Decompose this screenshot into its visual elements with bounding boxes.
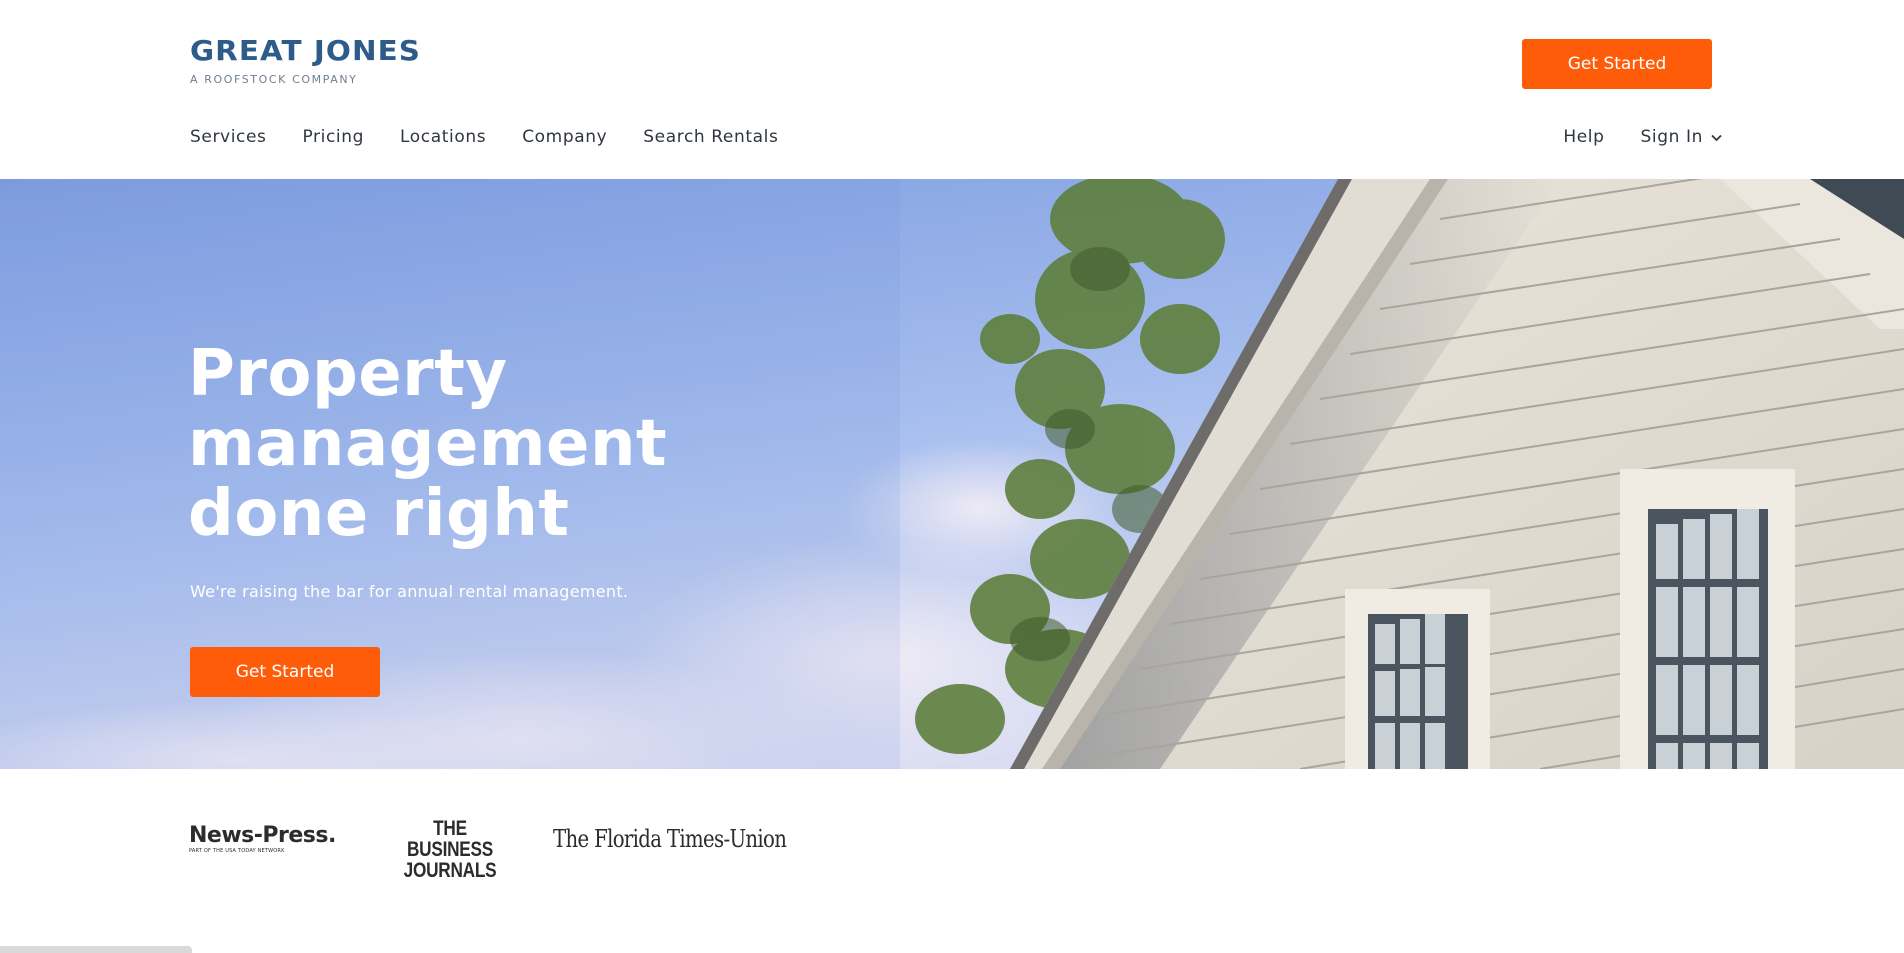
logo-title: GREAT JONES: [190, 34, 421, 67]
nav-item-locations[interactable]: Locations: [400, 124, 486, 150]
sign-in-dropdown[interactable]: Sign In: [1641, 124, 1722, 150]
hero-heading-line-1: Property: [188, 337, 508, 411]
florida-times-union-logo: The Florida Times-Union: [553, 825, 787, 853]
horizontal-scrollbar[interactable]: [0, 946, 192, 953]
logo-subtitle: A ROOFSTOCK COMPANY: [190, 73, 358, 86]
business-journals-logo: THE BUSINESS JOURNALS: [385, 818, 515, 881]
nav-item-pricing[interactable]: Pricing: [303, 124, 365, 150]
brand-logo[interactable]: GREAT JONES A ROOFSTOCK COMPANY: [190, 36, 420, 86]
business-journals-line-1: THE BUSINESS: [406, 817, 494, 861]
nav-item-services[interactable]: Services: [190, 124, 267, 150]
business-journals-line-2: JOURNALS: [403, 859, 497, 882]
hero-heading-line-3: done right: [188, 477, 570, 551]
press-logos-section: News-Press. PART OF THE USA TODAY NETWOR…: [0, 769, 1904, 953]
nav-item-search-rentals[interactable]: Search Rentals: [643, 124, 778, 150]
site-header: GREAT JONES A ROOFSTOCK COMPANY Get Star…: [0, 0, 1904, 179]
nav-item-help[interactable]: Help: [1563, 124, 1604, 150]
news-press-logo: News-Press. PART OF THE USA TODAY NETWOR…: [189, 824, 336, 855]
utility-nav: Help Sign In: [1563, 124, 1722, 150]
hero-subtitle: We're raising the bar for annual rental …: [190, 582, 629, 601]
news-press-tagline: PART OF THE USA TODAY NETWORK: [189, 848, 285, 854]
hero-section: Property management done right We're rai…: [0, 179, 1904, 769]
nav-item-company[interactable]: Company: [522, 124, 607, 150]
hero-get-started-button[interactable]: Get Started: [190, 647, 380, 697]
hero-heading-line-2: management: [188, 407, 668, 481]
main-nav: Services Pricing Locations Company Searc…: [190, 124, 778, 150]
sign-in-label: Sign In: [1640, 127, 1703, 147]
header-get-started-button[interactable]: Get Started: [1522, 39, 1712, 89]
chevron-down-icon: [1711, 124, 1722, 150]
hero-heading: Property management done right: [188, 339, 888, 549]
news-press-name: News-Press.: [189, 823, 336, 848]
